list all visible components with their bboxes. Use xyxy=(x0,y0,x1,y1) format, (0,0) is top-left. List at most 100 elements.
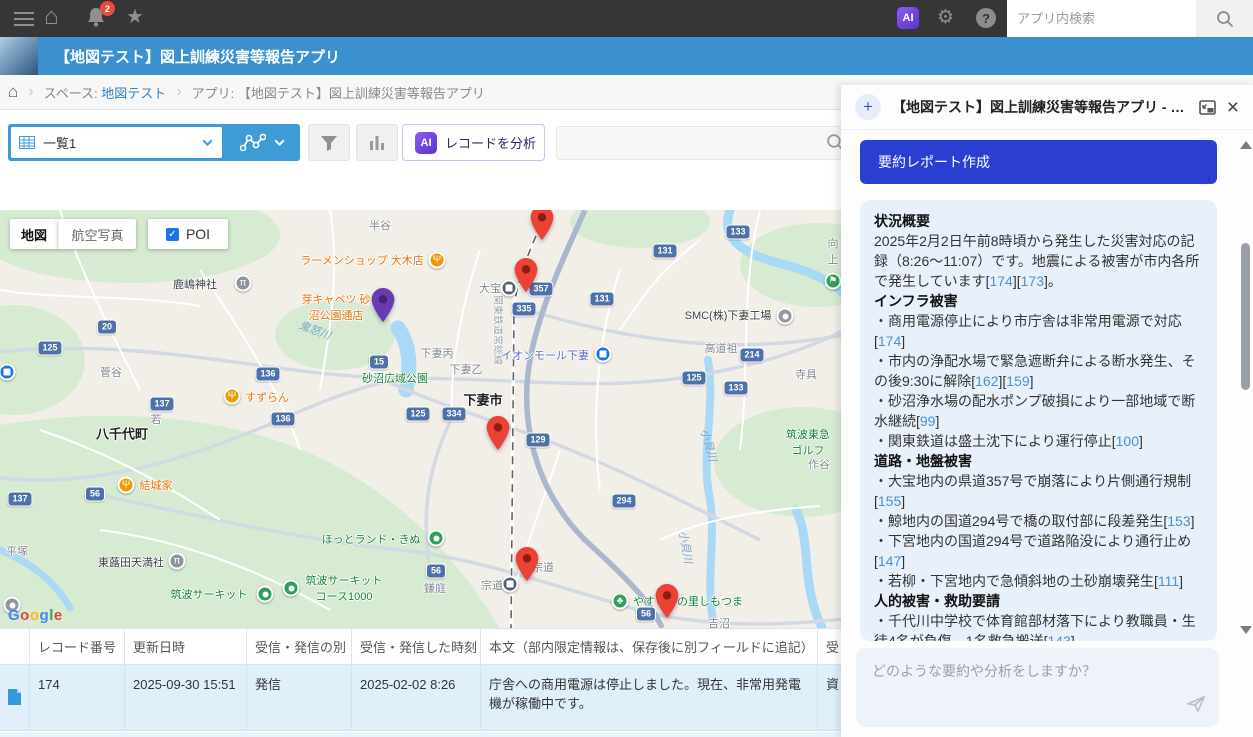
map-poi-torii-icon[interactable]: π xyxy=(235,275,252,292)
help-icon[interactable]: ? xyxy=(976,8,996,28)
graph-view-button[interactable] xyxy=(222,133,300,153)
app-icon[interactable] xyxy=(0,37,38,75)
map-label: 寺具 xyxy=(795,366,817,382)
citation-link[interactable]: 159 xyxy=(1006,373,1029,389)
citation-link[interactable]: 153 xyxy=(1167,513,1190,529)
home-icon[interactable]: ⌂ xyxy=(44,5,59,29)
map-marker-red[interactable] xyxy=(516,547,539,581)
map-poi-dotg-icon[interactable] xyxy=(283,580,300,597)
app-search-button[interactable] xyxy=(1196,0,1253,37)
map-poi-bag-icon[interactable] xyxy=(0,364,16,381)
map-marker-purple[interactable] xyxy=(372,288,395,322)
map-label: 芽キャベツ 砂 沼公園通店 xyxy=(301,291,370,323)
map-label: 鹿嶋神社 xyxy=(173,276,217,292)
view-selector-dropdown[interactable]: 一覧1 xyxy=(11,127,222,158)
map-type-map-button[interactable]: 地図 xyxy=(10,219,58,249)
map-poi-bag-icon[interactable] xyxy=(595,346,612,363)
map-poi-tree-icon[interactable]: ♣ xyxy=(612,593,629,610)
citation-link[interactable]: 99 xyxy=(920,413,936,429)
column-header[interactable]: レコード番号 xyxy=(30,629,125,665)
map-poi-fork-icon[interactable]: Ψ xyxy=(429,252,446,269)
report-line: 状況概要 xyxy=(874,211,1203,231)
chevron-down-icon xyxy=(274,136,284,146)
citation-link[interactable]: 174 xyxy=(989,273,1012,289)
app-search-input[interactable] xyxy=(1007,0,1196,37)
column-header[interactable]: 受信・発信の別 xyxy=(247,629,352,665)
map-poi-fork-icon[interactable]: Ψ xyxy=(118,477,135,494)
map-marker-red[interactable] xyxy=(515,258,538,292)
pop-out-icon[interactable] xyxy=(1199,100,1216,115)
map-label: 大宝 xyxy=(479,280,501,296)
scroll-up-arrow[interactable] xyxy=(1240,141,1252,149)
citation-link[interactable]: 143 xyxy=(1047,633,1070,641)
notifications-bell-icon[interactable]: 2 xyxy=(86,6,108,30)
citation-link[interactable]: 174 xyxy=(878,333,901,349)
report-line: ・千代川中学校で体育館部材落下により教職員・生徒4名が負傷、1名救急搬送[143… xyxy=(874,611,1203,641)
chart-button[interactable] xyxy=(356,124,398,161)
map-label: 筑波サーキット xyxy=(171,586,248,602)
send-icon[interactable] xyxy=(1185,694,1207,719)
record-search-input[interactable] xyxy=(556,126,846,160)
route-shield: 133 xyxy=(723,381,748,396)
table-row[interactable]: 1742025-09-30 15:51発信2025-02-02 8:26庁舎への… xyxy=(0,665,852,731)
record-file-icon[interactable] xyxy=(0,665,30,731)
column-header[interactable]: 更新日時 xyxy=(125,629,247,665)
close-icon[interactable]: × xyxy=(1227,97,1239,118)
analyze-records-button[interactable]: AI レコードを分析 xyxy=(402,124,545,161)
map-label: イオンモール下妻 xyxy=(501,347,589,363)
map-marker-red[interactable] xyxy=(531,210,554,240)
ai-assistant-icon[interactable]: AI xyxy=(897,7,919,29)
route-shield: 131 xyxy=(652,244,677,259)
record-table: レコード番号更新日時受信・発信の別受信・発信した時刻本文（部内限定情報は、保存後… xyxy=(0,628,852,737)
favorites-star-icon[interactable]: ★ xyxy=(126,7,144,27)
citation-link[interactable]: 111 xyxy=(1158,573,1179,589)
column-header[interactable]: 受信・発信した時刻 xyxy=(352,629,481,665)
breadcrumb-home-icon[interactable]: ⌂ xyxy=(8,82,18,102)
filter-button[interactable] xyxy=(308,124,350,161)
graph-icon xyxy=(240,133,266,153)
map-label: 八千代町 xyxy=(96,424,148,443)
report-line: ・若柳・下宮地内で急傾斜地の土砂崩壊発生[111] xyxy=(874,571,1203,591)
column-header[interactable] xyxy=(0,629,30,665)
citation-link[interactable]: 100 xyxy=(1116,433,1139,449)
poi-toggle[interactable]: ✓ POI xyxy=(148,219,228,249)
hamburger-menu-icon[interactable] xyxy=(14,8,34,30)
route-shield: 125 xyxy=(681,371,706,386)
scrollbar-thumb[interactable] xyxy=(1241,243,1250,390)
map-type-satellite-button[interactable]: 航空写真 xyxy=(58,219,136,249)
scroll-down-arrow[interactable] xyxy=(1240,626,1252,634)
record-cell: 庁舎への商用電源は停止しました。現在、非常用発電機が稼働中です。 xyxy=(481,665,818,731)
report-line: ・商用電源停止により市庁舎は非常用電源で対応[174] xyxy=(874,311,1203,351)
map-poi-torii-icon[interactable]: π xyxy=(169,553,186,570)
search-icon xyxy=(1216,10,1234,28)
map-poi-golf-icon[interactable]: ⚑ xyxy=(825,273,842,290)
new-chat-button[interactable]: + xyxy=(855,94,881,120)
map-marker-red[interactable] xyxy=(487,416,510,450)
view-selector-group: 一覧1 xyxy=(8,124,300,161)
chevron-down-icon xyxy=(203,136,213,146)
settings-gear-icon[interactable]: ⚙ xyxy=(937,8,954,27)
route-shield: 131 xyxy=(589,292,614,307)
map-label: 鎌庭 xyxy=(424,580,446,596)
map-canvas[interactable]: 1331311313573352012515136125133137334125… xyxy=(0,210,852,628)
citation-link[interactable]: 162 xyxy=(975,373,998,389)
app-title[interactable]: 【地図テスト】図上訓練災害等報告アプリ xyxy=(55,46,340,67)
column-header[interactable]: 本文（部内限定情報は、保存後に別フィールドに追記） xyxy=(481,629,818,665)
report-body: 状況概要2025年2月2日午前8時頃から発生した災害対応の記録（8:26～11:… xyxy=(860,200,1217,641)
map-poi-dotg-icon[interactable] xyxy=(257,586,274,603)
route-shield: 15 xyxy=(369,355,389,370)
map-marker-red[interactable] xyxy=(656,584,679,618)
route-shield: 294 xyxy=(611,494,636,509)
summary-report-button[interactable]: 要約レポート作成 xyxy=(860,140,1217,184)
map-poi-dotg-icon[interactable] xyxy=(428,530,445,547)
poi-checkbox[interactable]: ✓ xyxy=(166,228,179,241)
chat-input[interactable] xyxy=(856,648,1219,700)
citation-link[interactable]: 173 xyxy=(1021,273,1044,289)
citation-link[interactable]: 147 xyxy=(878,553,901,569)
breadcrumb-space-link[interactable]: 地図テスト xyxy=(101,83,166,102)
citation-link[interactable]: 155 xyxy=(878,493,901,509)
map-poi-dotw-icon[interactable] xyxy=(777,308,794,325)
route-shield: 56 xyxy=(426,564,446,579)
route-shield: 334 xyxy=(441,407,466,422)
map-poi-fork-icon[interactable]: Ψ xyxy=(224,388,241,405)
